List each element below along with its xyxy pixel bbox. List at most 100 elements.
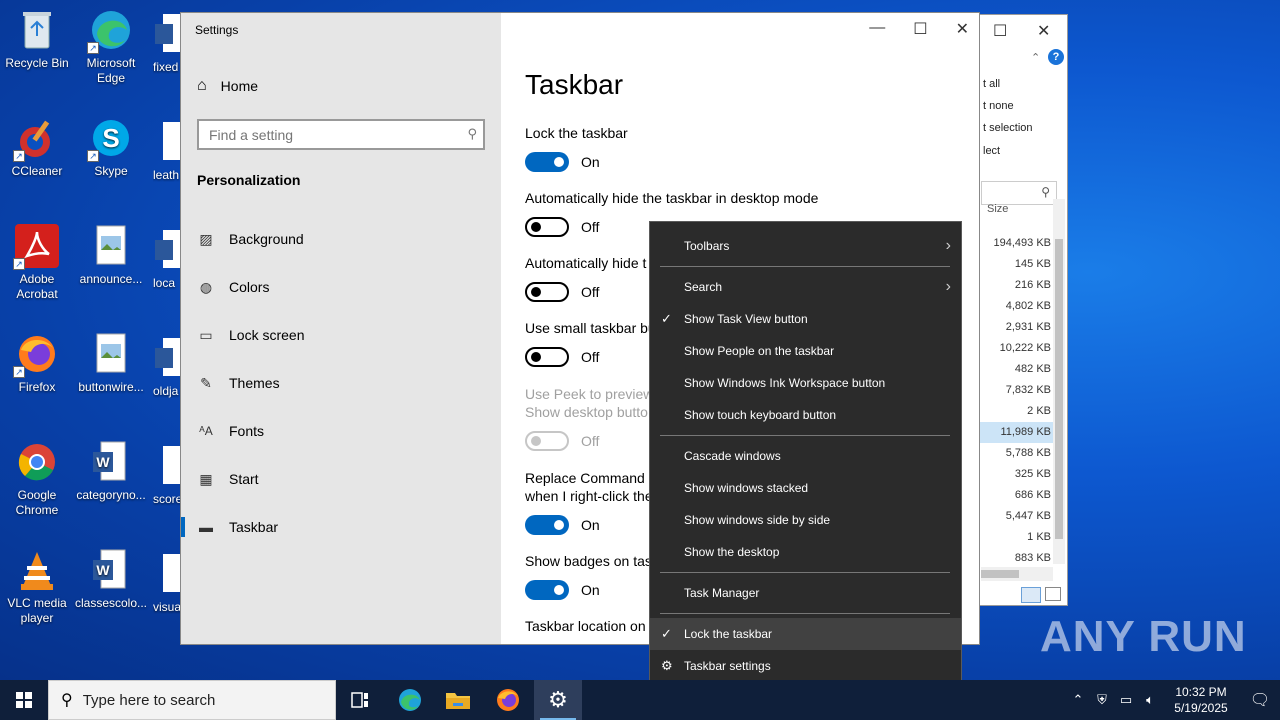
help-icon[interactable]: ? <box>1048 49 1064 65</box>
size-cell[interactable]: 5,788 KB <box>979 443 1053 464</box>
desktop-icon-categoryno[interactable]: W categoryno... <box>74 440 148 503</box>
minimize-icon[interactable]: — <box>869 19 885 39</box>
close-icon[interactable]: ✕ <box>956 19 969 39</box>
toggle-lock-taskbar[interactable]: On <box>525 152 600 172</box>
size-cell[interactable]: 482 KB <box>979 359 1053 380</box>
desktop-icon-recycle-bin[interactable]: Recycle Bin <box>0 8 74 71</box>
desktop-icon-buttonwire[interactable]: buttonwire... <box>74 332 148 395</box>
horizontal-scrollbar[interactable] <box>981 567 1053 581</box>
vertical-scrollbar[interactable] <box>1053 199 1065 564</box>
network-icon[interactable]: ▭ <box>1114 692 1138 708</box>
toggle-switch[interactable] <box>525 217 569 237</box>
menu-item-show-task-view[interactable]: ✓ Show Task View button <box>650 303 961 335</box>
desktop-icon-partial[interactable]: oldja <box>153 336 183 398</box>
menu-item-side-by-side[interactable]: Show windows side by side <box>650 504 961 536</box>
nav-item-colors[interactable]: ◍ Colors <box>181 263 501 311</box>
size-cell[interactable]: 2 KB <box>979 401 1053 422</box>
chevron-up-icon[interactable]: ⌃ <box>1031 51 1040 64</box>
start-button[interactable] <box>0 680 48 720</box>
security-icon[interactable]: ⛨ <box>1090 692 1114 708</box>
nav-item-background[interactable]: ▨ Background <box>181 215 501 263</box>
home-nav-item[interactable]: ⌂ Home <box>197 77 258 95</box>
menu-item-lock-taskbar[interactable]: ✓ Lock the taskbar <box>650 618 961 650</box>
desktop-icon-partial[interactable]: fixed <box>153 12 183 74</box>
nav-item-start[interactable]: ▦ Start <box>181 455 501 503</box>
size-cell[interactable]: 194,493 KB <box>979 233 1053 254</box>
menu-item-stacked[interactable]: Show windows stacked <box>650 472 961 504</box>
taskbar-firefox[interactable] <box>484 680 532 720</box>
menu-item-show-desktop[interactable]: Show the desktop <box>650 536 961 568</box>
size-cell[interactable]: 2,931 KB <box>979 317 1053 338</box>
size-cell[interactable]: 11,989 KB <box>979 422 1053 443</box>
taskbar-edge[interactable] <box>386 680 434 720</box>
toggle-switch[interactable] <box>525 152 569 172</box>
menu-item-show-people[interactable]: Show People on the taskbar <box>650 335 961 367</box>
search-input[interactable] <box>199 121 449 148</box>
size-cell[interactable]: 4,802 KB <box>979 296 1053 317</box>
explorer-search-box[interactable]: ⚲ <box>981 181 1057 205</box>
size-cell[interactable]: 1 KB <box>979 527 1053 548</box>
desktop-icon-acrobat[interactable]: ↗ Adobe Acrobat <box>0 224 74 302</box>
task-view-button[interactable] <box>336 680 384 720</box>
clock[interactable]: 10:32 PM 5/19/2025 <box>1162 684 1240 716</box>
toggle-switch[interactable] <box>525 580 569 600</box>
desktop-icon-announce[interactable]: announce... <box>74 224 148 287</box>
size-cell[interactable]: 686 KB <box>979 485 1053 506</box>
taskbar-search-box[interactable]: ⚲ Type here to search <box>48 680 336 720</box>
size-cell[interactable]: 216 KB <box>979 275 1053 296</box>
desktop-icon-partial[interactable]: leath <box>153 120 183 182</box>
desktop-icon-classescolo[interactable]: W classescolo... <box>74 548 148 611</box>
select-link[interactable]: lect <box>983 145 1000 157</box>
toggle-switch[interactable] <box>525 282 569 302</box>
toggle-badges[interactable]: On <box>525 580 600 600</box>
nav-item-fonts[interactable]: ᴬA Fonts <box>181 407 501 455</box>
taskbar-file-explorer[interactable] <box>434 680 482 720</box>
chevron-up-icon[interactable]: ⌃ <box>1066 692 1090 708</box>
large-icons-view-icon[interactable] <box>1045 587 1061 601</box>
taskbar-settings[interactable]: ⚙ <box>534 680 582 720</box>
size-cell[interactable]: 145 KB <box>979 254 1053 275</box>
desktop-icon-skype[interactable]: S ↗ Skype <box>74 116 148 179</box>
notification-icon[interactable]: 🗨︎ <box>1240 690 1280 710</box>
size-cell[interactable]: 325 KB <box>979 464 1053 485</box>
file-explorer-window[interactable]: ☐ ✕ ⌃ ? t all t none t selection lect ⚲ … <box>978 14 1068 606</box>
maximize-icon[interactable]: ☐ <box>913 19 927 39</box>
size-cell[interactable]: 7,832 KB <box>979 380 1053 401</box>
select-none-link[interactable]: t none <box>983 100 1014 112</box>
menu-item-cascade[interactable]: Cascade windows <box>650 440 961 472</box>
details-view-icon[interactable] <box>1021 587 1041 603</box>
close-icon[interactable]: ✕ <box>1037 21 1050 41</box>
desktop-icon-vlc[interactable]: VLC media player <box>0 548 74 626</box>
toggle-small-buttons[interactable]: Off <box>525 347 599 367</box>
invert-selection-link[interactable]: t selection <box>983 122 1033 134</box>
menu-item-search[interactable]: Search › <box>650 271 961 303</box>
desktop-icon-firefox[interactable]: ↗ Firefox <box>0 332 74 395</box>
menu-item-taskbar-settings[interactable]: ⚙ Taskbar settings <box>650 650 961 682</box>
select-all-link[interactable]: t all <box>983 78 1000 90</box>
desktop-icon-ccleaner[interactable]: ↗ CCleaner <box>0 116 74 179</box>
size-column-header[interactable]: Size <box>987 203 1008 215</box>
desktop-icon-partial[interactable]: score <box>153 444 183 506</box>
desktop-icon-chrome[interactable]: Google Chrome <box>0 440 74 518</box>
volume-icon[interactable]: 🔈︎ <box>1138 692 1162 708</box>
toggle-switch[interactable] <box>525 347 569 367</box>
desktop-icon-partial[interactable]: loca <box>153 228 183 290</box>
size-cell[interactable]: 10,222 KB <box>979 338 1053 359</box>
toggle-replace-cmd[interactable]: On <box>525 515 600 535</box>
maximize-icon[interactable]: ☐ <box>993 21 1007 41</box>
nav-item-themes[interactable]: ✎ Themes <box>181 359 501 407</box>
menu-item-toolbars[interactable]: Toolbars › <box>650 230 961 262</box>
find-setting-search[interactable]: ⚲ <box>197 119 485 150</box>
menu-item-task-manager[interactable]: Task Manager <box>650 577 961 609</box>
nav-item-taskbar[interactable]: ▬ Taskbar <box>181 503 501 551</box>
desktop-icon-edge[interactable]: ↗ Microsoft Edge <box>74 8 148 86</box>
toggle-autohide-tablet[interactable]: Off <box>525 282 599 302</box>
size-cell[interactable]: 5,447 KB <box>979 506 1053 527</box>
menu-item-show-ink[interactable]: Show Windows Ink Workspace button <box>650 367 961 399</box>
desktop-icon-partial[interactable]: visua <box>153 552 183 614</box>
toggle-autohide-desktop[interactable]: Off <box>525 217 599 237</box>
menu-item-show-touch-keyboard[interactable]: Show touch keyboard button <box>650 399 961 431</box>
nav-item-lock-screen[interactable]: ▭ Lock screen <box>181 311 501 359</box>
size-cell[interactable]: 883 KB <box>979 548 1053 569</box>
toggle-switch[interactable] <box>525 515 569 535</box>
